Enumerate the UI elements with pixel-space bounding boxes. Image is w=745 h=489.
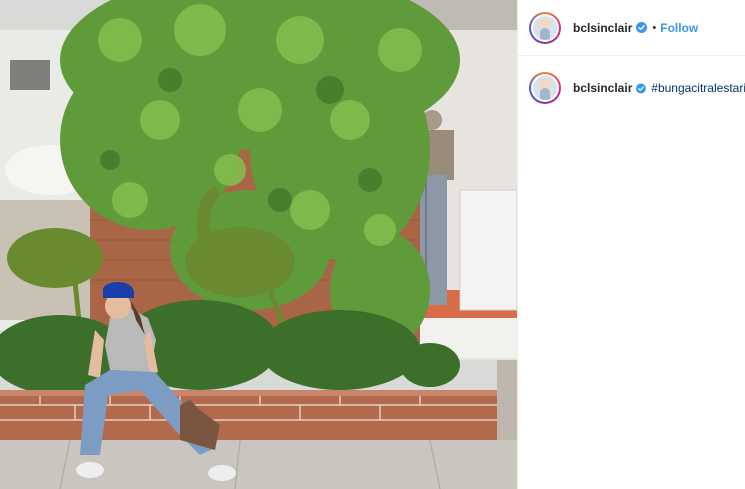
post-photo[interactable] bbox=[0, 0, 517, 489]
instagram-post: bclsinclair • Follow bclsinclair #bungac bbox=[0, 0, 745, 489]
verified-badge-icon bbox=[636, 83, 647, 93]
post-header: bclsinclair • Follow bbox=[518, 0, 745, 56]
caption-username-link[interactable]: bclsinclair bbox=[573, 81, 632, 95]
caption-author-avatar[interactable] bbox=[529, 72, 561, 104]
author-username-link[interactable]: bclsinclair bbox=[573, 21, 632, 35]
caption-line: bclsinclair #bungacitralestari bbox=[573, 81, 745, 95]
follow-button[interactable]: Follow bbox=[660, 21, 698, 35]
verified-badge-icon bbox=[636, 22, 648, 33]
post-photo-scene bbox=[0, 0, 517, 489]
author-line: bclsinclair • Follow bbox=[573, 21, 698, 35]
author-avatar[interactable] bbox=[529, 11, 561, 44]
caption-comment: bclsinclair #bungacitralestari bbox=[518, 62, 745, 114]
separator-dot: • bbox=[652, 21, 657, 34]
post-sidebar: bclsinclair • Follow bclsinclair #bungac bbox=[517, 0, 745, 489]
hashtag-link[interactable]: #bungacitralestari bbox=[651, 81, 745, 95]
